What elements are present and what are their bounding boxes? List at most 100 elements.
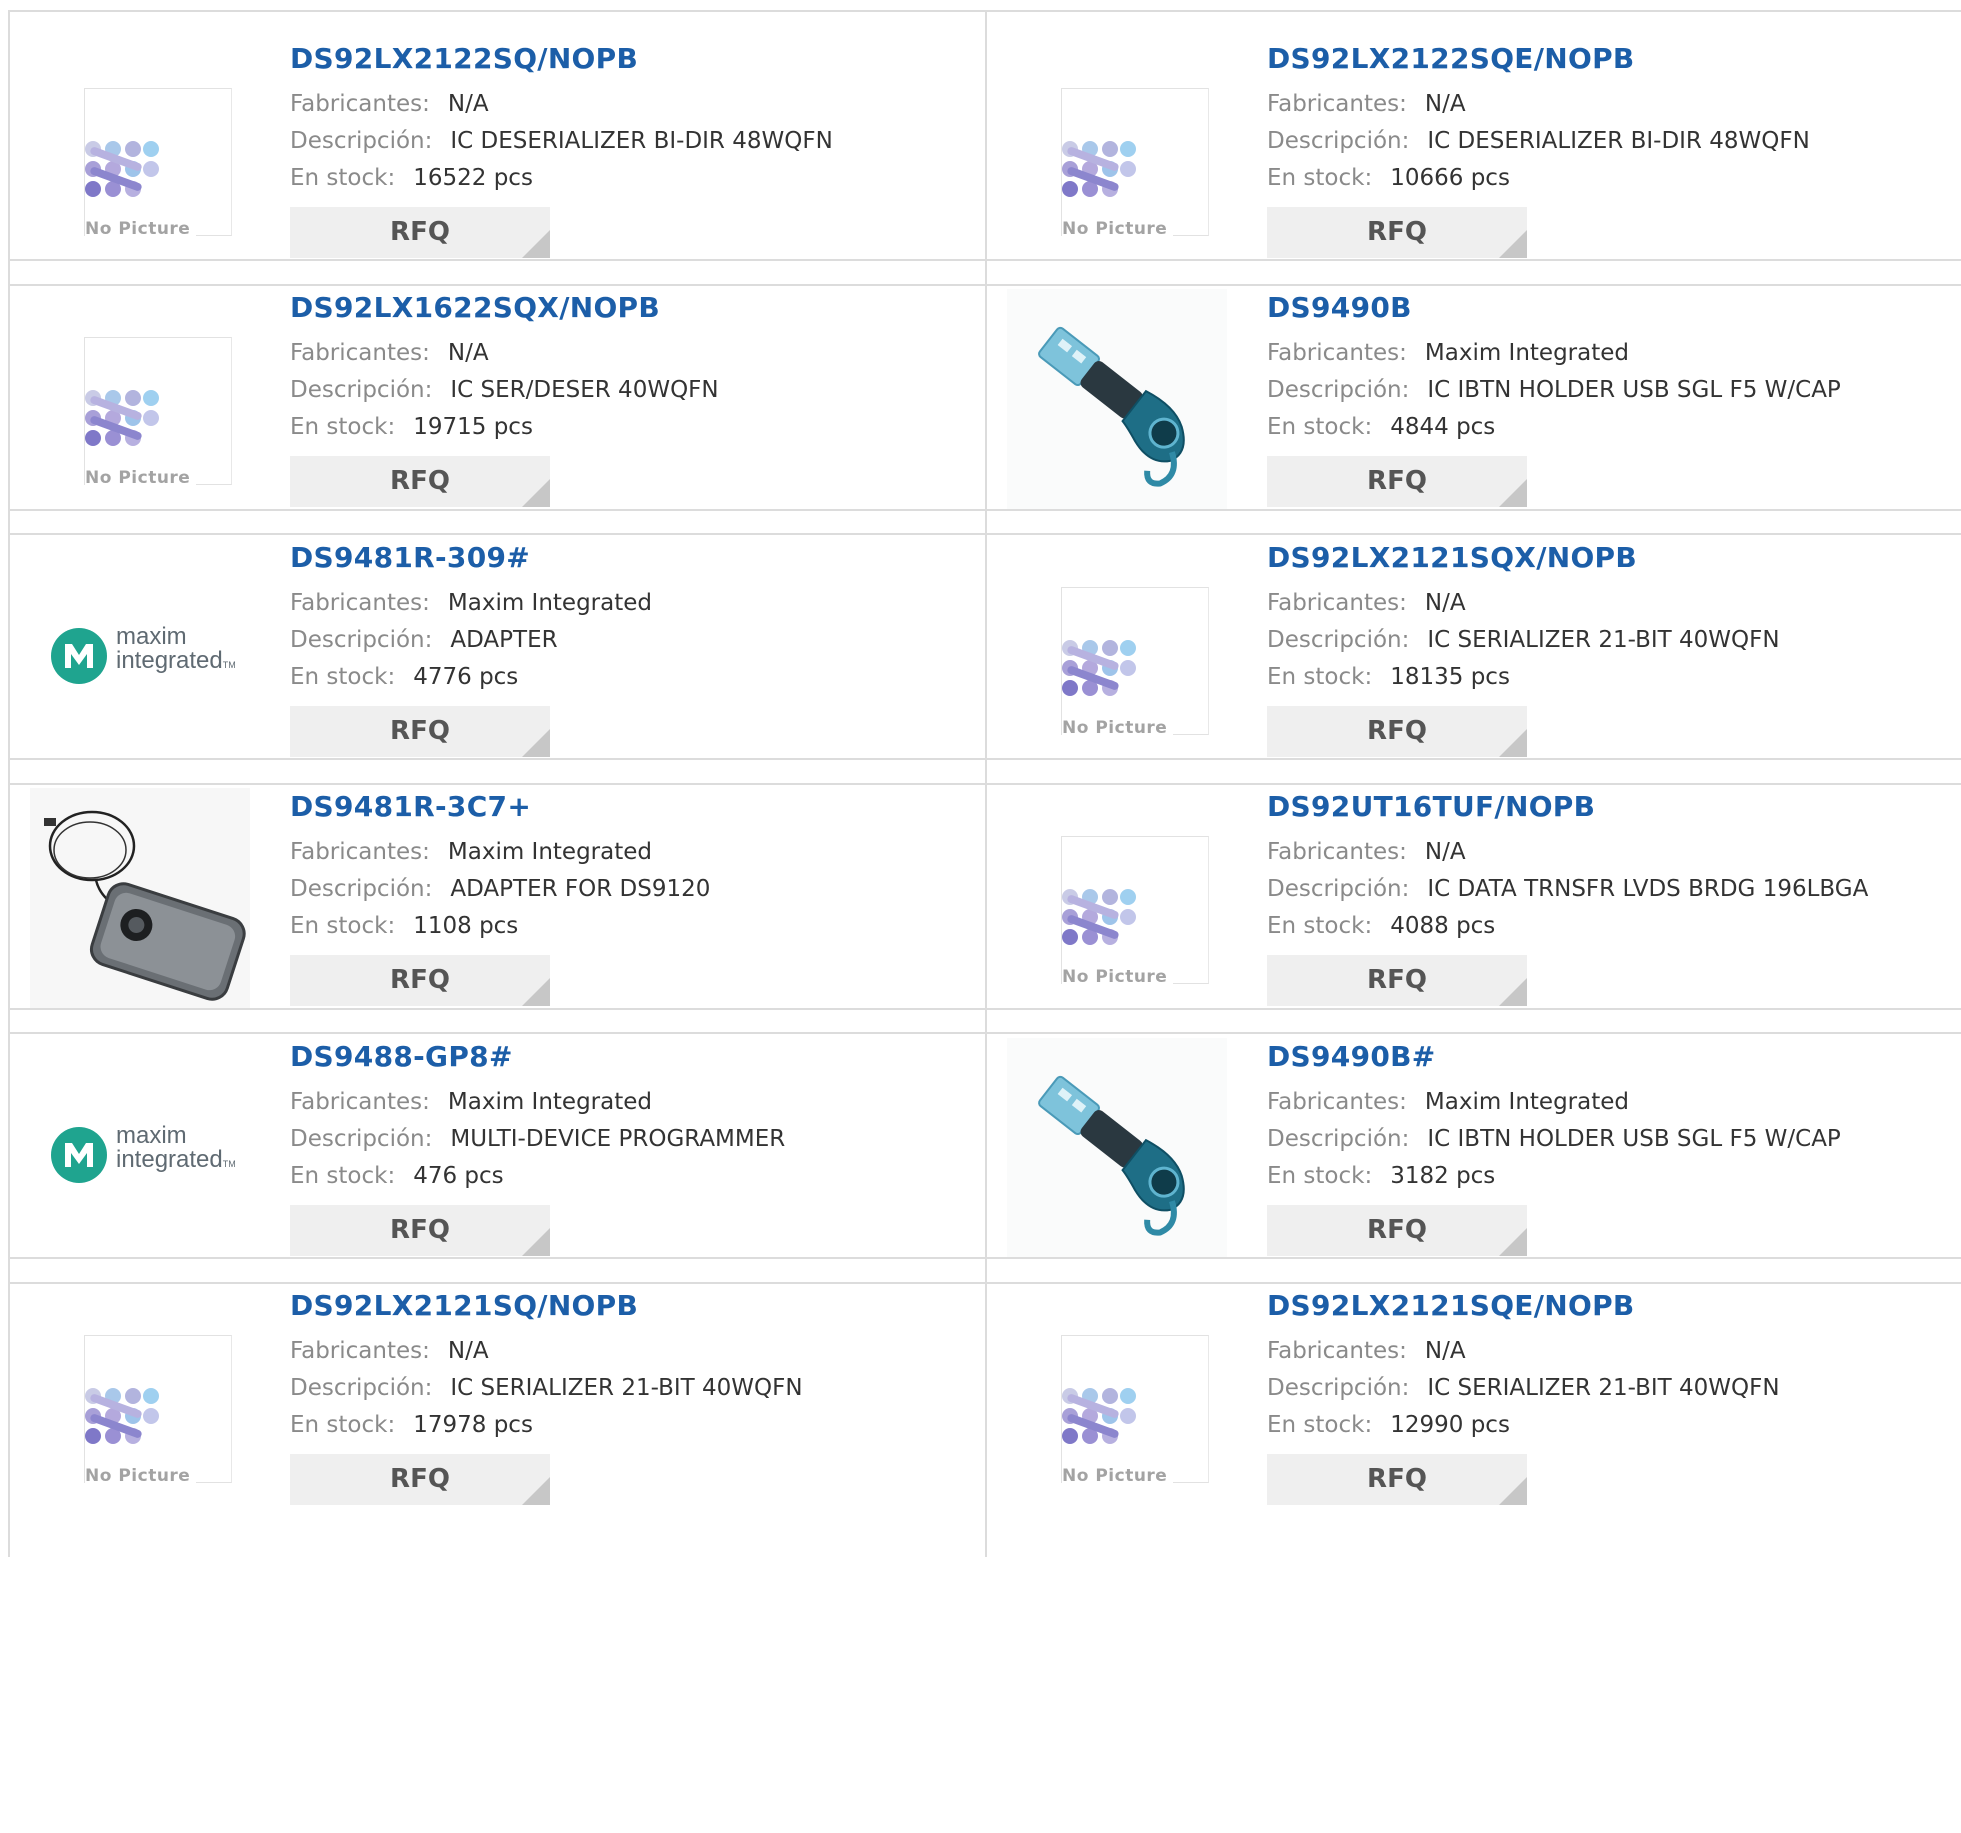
description-value: IC DESERIALIZER BI-DIR 48WQFN [450, 128, 833, 154]
stock-field: En stock: 4844 pcs [1267, 409, 1947, 446]
rfq-button[interactable]: RFQ [290, 456, 550, 507]
maxim-integrated-logo: maxim integratedTM [50, 623, 260, 684]
part-number-link[interactable]: DS92LX2122SQ/NOPB [290, 42, 970, 76]
description-label: Descripción: [290, 377, 433, 403]
stock-label: En stock: [1267, 1412, 1373, 1438]
part-number-link[interactable]: DS92UT16TUF/NOPB [1267, 790, 1947, 824]
stock-label: En stock: [290, 165, 396, 191]
rfq-button[interactable]: RFQ [290, 1454, 550, 1505]
rfq-corner-decoration [1499, 479, 1527, 507]
stock-field: En stock: 476 pcs [290, 1158, 970, 1195]
rfq-corner-decoration [522, 729, 550, 757]
description-label: Descripción: [1267, 128, 1410, 154]
rfq-label: RFQ [1367, 466, 1427, 496]
stock-field: En stock: 19715 pcs [290, 409, 970, 446]
rfq-button[interactable]: RFQ [1267, 1454, 1527, 1505]
rfq-button[interactable]: RFQ [1267, 456, 1527, 507]
rfq-corner-decoration [1499, 978, 1527, 1006]
rfq-button[interactable]: RFQ [290, 706, 550, 757]
rfq-button[interactable]: RFQ [290, 955, 550, 1006]
product-row: No Picture DS92LX2121SQ/NOPB Fabricantes… [8, 1257, 1961, 1557]
product-card: No Picture DS92LX2121SQX/NOPB Fabricante… [987, 511, 1961, 783]
product-thumbnail[interactable]: No Picture [1007, 539, 1227, 759]
product-thumbnail[interactable]: No Picture [1007, 788, 1227, 1008]
maxim-integrated-logo: maxim integratedTM [50, 1122, 260, 1183]
description-value: IC SERIALIZER 21-BIT 40WQFN [450, 1375, 803, 1401]
description-value: IC IBTN HOLDER USB SGL F5 W/CAP [1427, 377, 1841, 403]
rfq-button[interactable]: RFQ [1267, 1205, 1527, 1256]
manufacturer-label: Fabricantes: [1267, 340, 1407, 366]
rfq-label: RFQ [390, 1464, 450, 1494]
description-field: Descripción: IC DESERIALIZER BI-DIR 48WQF… [290, 123, 970, 160]
part-number-link[interactable]: DS9488-GP8# [290, 1040, 970, 1074]
rfq-label: RFQ [1367, 716, 1427, 746]
rfq-button[interactable]: RFQ [1267, 207, 1527, 258]
product-card: No Picture DS92LX2121SQE/NOPB Fabricante… [987, 1259, 1961, 1557]
product-thumbnail[interactable] [1007, 289, 1227, 509]
description-value: IC SERIALIZER 21-BIT 40WQFN [1427, 627, 1780, 653]
maxim-logo-text: maxim integratedTM [116, 623, 236, 674]
manufacturer-field: Fabricantes: N/A [290, 335, 970, 372]
stock-label: En stock: [290, 1163, 396, 1189]
rfq-corner-decoration [1499, 1228, 1527, 1256]
rfq-button[interactable]: RFQ [290, 1205, 550, 1256]
product-thumbnail[interactable]: maxim integratedTM [30, 539, 250, 759]
product-thumbnail[interactable] [1007, 1038, 1227, 1258]
maxim-logo-mark-icon [51, 628, 107, 684]
product-thumbnail[interactable]: No Picture [1007, 40, 1227, 260]
rfq-corner-decoration [522, 230, 550, 258]
rfq-button[interactable]: RFQ [1267, 955, 1527, 1006]
rfq-corner-decoration [522, 479, 550, 507]
manufacturer-value: Maxim Integrated [447, 839, 652, 865]
product-thumbnail[interactable]: No Picture [30, 289, 250, 509]
part-number-link[interactable]: DS9481R-3C7+ [290, 790, 970, 824]
part-number-link[interactable]: DS92LX2121SQ/NOPB [290, 1289, 970, 1323]
manufacturer-label: Fabricantes: [1267, 1338, 1407, 1364]
product-info: DS92UT16TUF/NOPB Fabricantes: N/A Descrip… [1267, 790, 1947, 1006]
rfq-label: RFQ [390, 965, 450, 995]
product-thumbnail[interactable]: maxim integratedTM [30, 1038, 250, 1258]
rfq-button[interactable]: RFQ [1267, 706, 1527, 757]
part-number-link[interactable]: DS92LX2121SQE/NOPB [1267, 1289, 1947, 1323]
part-number-link[interactable]: DS9490B# [1267, 1040, 1947, 1074]
part-number-link[interactable]: DS9481R-309# [290, 541, 970, 575]
stock-label: En stock: [1267, 664, 1373, 690]
rfq-button[interactable]: RFQ [290, 207, 550, 258]
description-field: Descripción: IC IBTN HOLDER USB SGL F5 W/… [1267, 372, 1947, 409]
product-thumbnail[interactable]: No Picture [30, 40, 250, 260]
manufacturer-label: Fabricantes: [290, 590, 430, 616]
product-card: DS9490B# Fabricantes: Maxim Integrated De… [987, 1010, 1961, 1282]
product-card: DS9481R-3C7+ Fabricantes: Maxim Integrate… [10, 760, 985, 1032]
stock-value: 1108 pcs [413, 913, 519, 939]
part-number-link[interactable]: DS92LX2121SQX/NOPB [1267, 541, 1947, 575]
stock-label: En stock: [290, 414, 396, 440]
no-picture-caption: No Picture [1062, 219, 1174, 239]
rfq-label: RFQ [390, 217, 450, 247]
no-picture-placeholder: No Picture [84, 88, 232, 239]
manufacturer-value: N/A [447, 340, 489, 366]
description-label: Descripción: [290, 627, 433, 653]
manufacturer-field: Fabricantes: Maxim Integrated [290, 1084, 970, 1121]
stock-field: En stock: 17978 pcs [290, 1407, 970, 1444]
stock-field: En stock: 4088 pcs [1267, 908, 1947, 945]
manufacturer-label: Fabricantes: [1267, 839, 1407, 865]
product-thumbnail[interactable] [30, 788, 250, 1008]
product-thumbnail[interactable]: No Picture [30, 1287, 250, 1507]
stock-value: 3182 pcs [1390, 1163, 1496, 1189]
product-info: DS9481R-309# Fabricantes: Maxim Integrate… [290, 541, 970, 757]
stock-value: 4088 pcs [1390, 913, 1496, 939]
part-number-link[interactable]: DS92LX1622SQX/NOPB [290, 291, 970, 325]
manufacturer-field: Fabricantes: Maxim Integrated [1267, 335, 1947, 372]
no-picture-icon [1062, 640, 1136, 696]
part-number-link[interactable]: DS9490B [1267, 291, 1947, 325]
manufacturer-value: N/A [447, 91, 489, 117]
description-value: IC SER/DESER 40WQFN [450, 377, 719, 403]
product-thumbnail[interactable]: No Picture [1007, 1287, 1227, 1507]
no-picture-caption: No Picture [85, 468, 197, 488]
rfq-label: RFQ [1367, 217, 1427, 247]
product-card: No Picture DS92LX1622SQX/NOPB Fabricante… [10, 261, 985, 533]
manufacturer-label: Fabricantes: [290, 839, 430, 865]
part-number-link[interactable]: DS92LX2122SQE/NOPB [1267, 42, 1947, 76]
manufacturer-value: N/A [1424, 839, 1466, 865]
description-value: IC DATA TRNSFR LVDS BRDG 196LBGA [1427, 876, 1869, 902]
